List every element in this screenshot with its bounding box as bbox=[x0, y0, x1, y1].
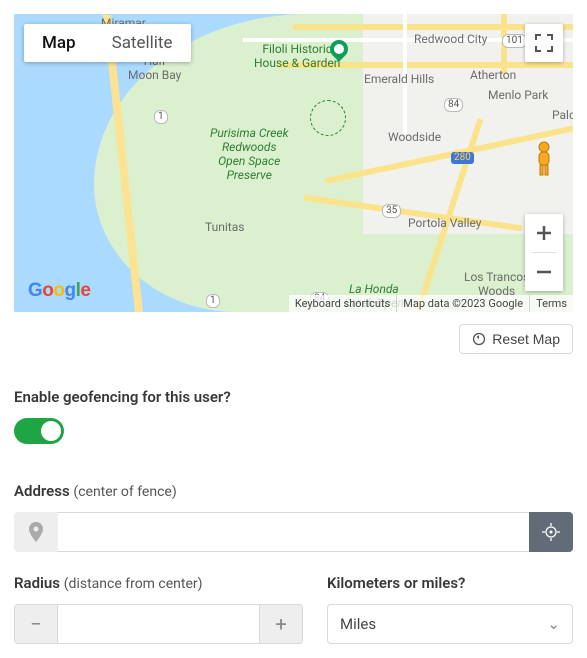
enable-geofencing-label: Enable geofencing for this user? bbox=[14, 388, 573, 406]
zoom-out-button[interactable] bbox=[525, 253, 563, 291]
map-label-portola-valley: Portola Valley bbox=[408, 216, 481, 230]
keyboard-shortcuts-link[interactable]: Keyboard shortcuts bbox=[289, 295, 396, 312]
map-label-purisima: Purisima Creek Redwoods Open Space Prese… bbox=[210, 126, 289, 182]
radius-label: Radius (distance from center) bbox=[14, 574, 303, 592]
reset-map-label: Reset Map bbox=[492, 331, 560, 347]
zoom-control bbox=[525, 214, 563, 291]
radius-increment-button[interactable]: + bbox=[259, 604, 303, 644]
reset-icon bbox=[472, 332, 486, 346]
radius-input[interactable] bbox=[58, 604, 259, 644]
minus-icon bbox=[536, 264, 552, 280]
fullscreen-icon bbox=[535, 34, 553, 52]
minus-icon: − bbox=[30, 612, 41, 636]
plus-icon: + bbox=[275, 612, 286, 636]
route-shield-280: 280 bbox=[451, 152, 474, 164]
google-logo: Google bbox=[28, 280, 90, 302]
unit-label: Kilometers or miles? bbox=[327, 574, 573, 592]
route-shield-1: 1 bbox=[154, 110, 168, 124]
reset-map-button[interactable]: Reset Map bbox=[459, 324, 573, 354]
route-shield-35: 35 bbox=[382, 204, 401, 218]
map-label-filoli: Filoli Historic House & Garden bbox=[254, 42, 340, 70]
map-type-control: Map Satellite bbox=[24, 24, 191, 62]
map-type-map-button[interactable]: Map bbox=[24, 24, 94, 62]
address-pin-prefix bbox=[14, 512, 58, 552]
chevron-down-icon: ⌄ bbox=[547, 615, 560, 633]
pegman-icon bbox=[530, 140, 558, 178]
route-shield-1: 1 bbox=[206, 294, 220, 308]
map-attribution: Keyboard shortcuts Map data ©2023 Google… bbox=[289, 295, 573, 312]
enable-geofencing-toggle[interactable] bbox=[14, 418, 64, 444]
map-label-redwood-city: Redwood City bbox=[414, 32, 487, 46]
terms-link[interactable]: Terms bbox=[529, 295, 573, 312]
map-label-tunitas: Tunitas bbox=[205, 220, 244, 234]
map-label-atherton: Atherton bbox=[470, 68, 516, 82]
map-pin-icon bbox=[28, 522, 44, 542]
address-field-row bbox=[14, 512, 573, 552]
pegman-control[interactable] bbox=[525, 140, 563, 178]
map-label-los-trancos: Los Trancos Woods bbox=[464, 270, 529, 298]
map-type-satellite-button[interactable]: Satellite bbox=[94, 24, 191, 62]
map-data-text: Map data ©2023 Google bbox=[396, 295, 529, 312]
radius-decrement-button[interactable]: − bbox=[14, 604, 58, 644]
address-label: Address (center of fence) bbox=[14, 482, 573, 500]
map-label-menlo-park: Menlo Park bbox=[488, 88, 548, 102]
address-input[interactable] bbox=[58, 512, 529, 552]
unit-select[interactable]: Miles ⌄ bbox=[327, 604, 573, 644]
route-shield-101: 101 bbox=[502, 34, 527, 48]
map-container[interactable]: Miramar Half Moon Bay Purisima Creek Red… bbox=[14, 14, 573, 312]
route-shield-84: 84 bbox=[444, 98, 463, 112]
locate-me-button[interactable] bbox=[529, 512, 573, 552]
map-label-woodside: Woodside bbox=[388, 130, 441, 144]
radius-stepper: − + bbox=[14, 604, 303, 644]
plus-icon bbox=[536, 225, 552, 241]
zoom-in-button[interactable] bbox=[525, 214, 563, 252]
map-label-palo-a: Palo A bbox=[552, 108, 573, 122]
crosshair-icon bbox=[542, 523, 560, 541]
fullscreen-button[interactable] bbox=[525, 24, 563, 62]
unit-selected-value: Miles bbox=[340, 615, 376, 633]
map-label-emerald-hills: Emerald Hills bbox=[364, 72, 434, 86]
